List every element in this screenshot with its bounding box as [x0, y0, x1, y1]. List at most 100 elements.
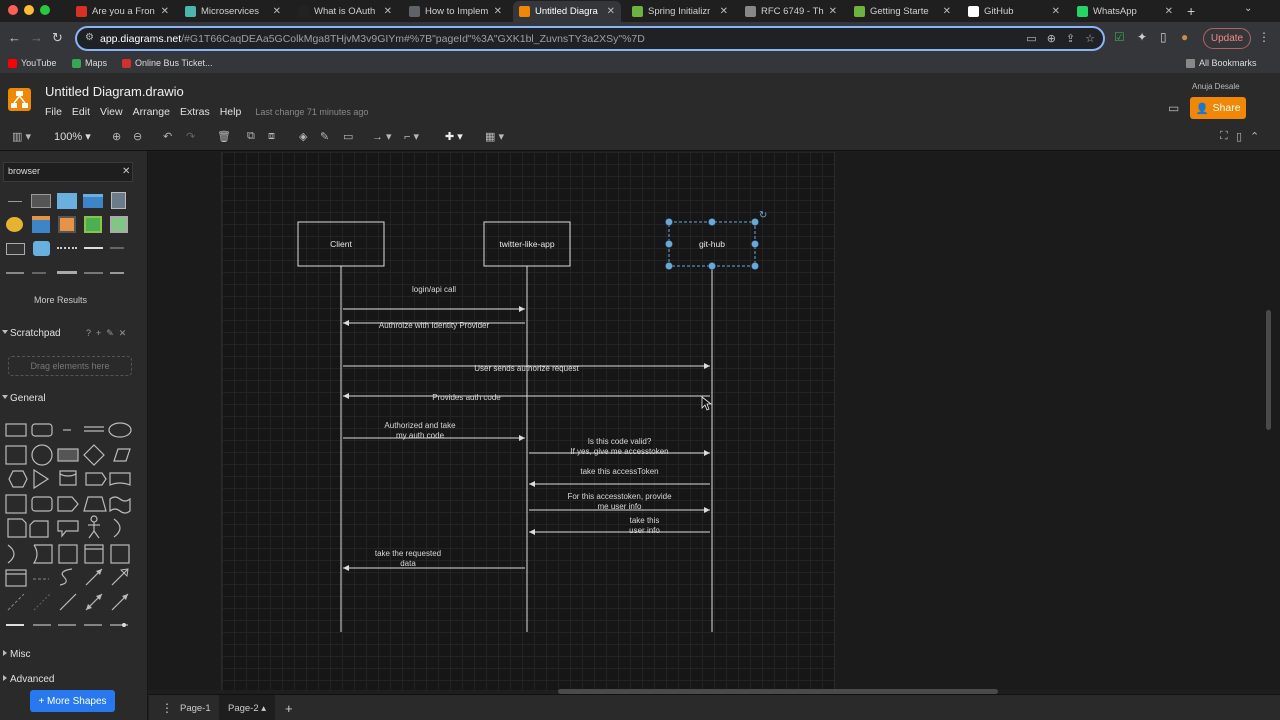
shape-browser-window[interactable] [31, 194, 51, 208]
url-text[interactable]: app.diagrams.net/#G1T66CaqDEAa5GColkMga8… [100, 33, 645, 45]
new-tab-icon[interactable]: + [1187, 3, 1195, 19]
message-arrow-9[interactable] [529, 529, 710, 535]
shape-browser-green[interactable] [110, 216, 128, 233]
diagram-page[interactable]: Client twitter-like-app git-hub ↻ login/api … [221, 152, 835, 690]
browser-tab-10[interactable]: WhatsApp ✕ [1071, 1, 1179, 22]
menu-extras[interactable]: Extras [180, 106, 210, 118]
more-results-link[interactable]: More Results [34, 295, 87, 305]
install-app-icon[interactable]: ⊕ [1047, 32, 1056, 45]
browser-tab-2[interactable]: Microservices ✕ [179, 1, 287, 22]
table-icon[interactable]: ▦ ▾ [485, 130, 504, 143]
message-label-1[interactable]: login/api call [412, 285, 456, 294]
browser-tab-9[interactable]: GitHub ✕ [962, 1, 1066, 22]
general-shape-10[interactable] [113, 448, 131, 462]
message-arrow-7[interactable] [529, 481, 710, 487]
menu-help[interactable]: Help [220, 106, 242, 118]
forward-icon[interactable]: → [30, 30, 43, 45]
sequence-diagram[interactable]: Client twitter-like-app git-hub ↻ login/api … [222, 152, 836, 690]
resize-handle[interactable] [708, 218, 716, 226]
message-label-8[interactable]: For this accesstoken, provide [567, 492, 672, 501]
bookmark-star-icon[interactable]: ☆ [1085, 32, 1095, 45]
general-shape-6[interactable] [5, 445, 27, 465]
line-color-icon[interactable]: ✎ [320, 130, 329, 143]
minimize-window-button[interactable] [24, 5, 34, 15]
close-tab-icon[interactable]: ✕ [943, 6, 951, 17]
general-shape-27[interactable] [32, 544, 53, 564]
bookmark-youtube[interactable]: YouTube [8, 58, 56, 68]
menu-arrange[interactable]: Arrange [133, 106, 170, 118]
general-shape-20[interactable] [109, 496, 131, 514]
actor-box-2[interactable]: twitter-like-app [483, 221, 571, 267]
general-shape-22[interactable] [29, 520, 49, 538]
message-label-line2-6[interactable]: If yes, give me accesstoken [570, 447, 668, 456]
maximize-window-button[interactable] [40, 5, 50, 15]
general-shape-26[interactable] [7, 544, 15, 564]
vertical-scrollbar[interactable] [1266, 310, 1271, 430]
resize-handle[interactable] [665, 218, 673, 226]
general-shape-29[interactable] [84, 544, 104, 564]
general-shape-5[interactable] [108, 422, 132, 438]
shape-search-input[interactable]: browser [3, 162, 133, 182]
comments-icon[interactable]: ▭ [1168, 101, 1179, 115]
to-front-icon[interactable]: ⧉ [247, 130, 255, 143]
close-tab-icon[interactable]: ✕ [1052, 6, 1060, 17]
insert-icon[interactable]: ✚ ▾ [445, 130, 463, 143]
browser-tab-6[interactable]: Spring Initializr ✕ [626, 1, 734, 22]
waypoints-icon[interactable]: ⌐ ▾ [404, 130, 419, 143]
extension-check-icon[interactable]: ☑ [1114, 30, 1125, 44]
general-shape-28[interactable] [58, 544, 78, 564]
message-label-5[interactable]: Authorized and take [384, 421, 456, 430]
browser-tab-7[interactable]: RFC 6749 - Th ✕ [739, 1, 843, 22]
side-panel-icon[interactable]: ▯ [1160, 30, 1167, 44]
message-label-3[interactable]: User sends authorize request [474, 364, 579, 373]
add-page-icon[interactable]: + [276, 695, 302, 720]
shape-browser-cloud[interactable] [33, 241, 50, 256]
resize-handle[interactable] [665, 240, 673, 248]
shape-browser-page[interactable] [111, 192, 126, 209]
redo-icon[interactable]: ↷ [186, 130, 195, 143]
shape-browser-cursor[interactable] [6, 243, 25, 255]
update-button[interactable]: Update [1203, 28, 1251, 49]
connection-icon[interactable]: → ▾ [372, 130, 392, 143]
general-shape-7[interactable] [31, 444, 53, 466]
shape-browser-blue[interactable] [57, 193, 77, 209]
general-shape-14[interactable] [85, 472, 107, 486]
message-label-4[interactable]: Provides auth code [432, 393, 501, 402]
general-shape-23[interactable] [57, 520, 79, 538]
advanced-section-header[interactable]: Advanced [0, 670, 147, 688]
undo-icon[interactable]: ↶ [163, 130, 172, 143]
zoom-dropdown[interactable]: 100% ▾ [54, 130, 91, 143]
browser-tab-1[interactable]: Are you a Fron ✕ [70, 1, 175, 22]
message-label-9[interactable]: take this [630, 516, 660, 525]
close-tab-icon[interactable]: ✕ [720, 6, 728, 17]
site-info-icon[interactable]: ⚙ [85, 32, 94, 43]
message-label-line2-8[interactable]: me user info [597, 502, 642, 511]
general-shape-45[interactable] [110, 623, 128, 627]
message-label-6[interactable]: Is this code valid? [588, 437, 652, 446]
message-label-line2-5[interactable]: my auth code [396, 431, 445, 440]
document-title[interactable]: Untitled Diagram.drawio [45, 84, 184, 99]
general-shape-19[interactable] [83, 496, 107, 512]
general-shape-15[interactable] [109, 472, 131, 486]
message-arrow-1[interactable] [343, 306, 525, 312]
shape-line-3[interactable] [57, 271, 77, 274]
format-panel-toggle-icon[interactable]: ▥ ▾ [12, 130, 31, 143]
user-name[interactable]: Anuja Desale [1192, 82, 1240, 91]
resize-handle[interactable] [751, 218, 759, 226]
tab-search-icon[interactable]: ⌄ [1244, 3, 1252, 14]
resize-handle[interactable] [665, 262, 673, 270]
general-shape-13[interactable] [59, 470, 77, 486]
actor-box-3[interactable]: git-hub [668, 221, 756, 267]
cast-icon[interactable]: ▭ [1026, 32, 1036, 45]
resize-handle[interactable] [751, 240, 759, 248]
back-icon[interactable]: ← [8, 30, 21, 45]
collapse-icon[interactable]: ⌃ [1250, 130, 1259, 143]
clear-search-icon[interactable]: ✕ [122, 166, 130, 177]
browser-tab-3[interactable]: What is OAuth ✕ [292, 1, 398, 22]
scratchpad-dropzone[interactable]: Drag elements here [8, 356, 132, 376]
bookmark-maps[interactable]: Maps [72, 58, 107, 68]
share-button[interactable]: 👤 Share [1190, 97, 1246, 119]
message-label-line2-9[interactable]: user info [629, 526, 660, 535]
fullscreen-icon[interactable]: ⛶ [1220, 130, 1228, 143]
general-section-header[interactable]: General [0, 389, 147, 407]
